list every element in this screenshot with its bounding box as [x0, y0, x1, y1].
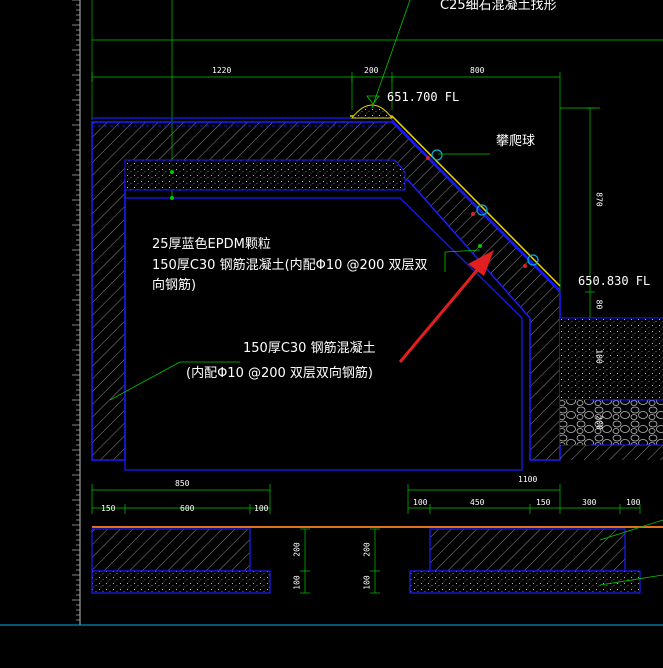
dim-450: 450 [470, 498, 485, 507]
level-top: 651.700 FL [387, 90, 460, 104]
dim-100-right: 100 [594, 349, 604, 364]
dim-100-a: 100 [413, 498, 428, 507]
dim-850: 850 [175, 479, 190, 488]
left-ruler [72, 0, 81, 625]
dim-80: 80 [594, 299, 604, 310]
note1-line1: 25厚蓝色EPDM颗粒 [152, 237, 271, 252]
climb-ball-label: 攀爬球 [496, 134, 536, 149]
dim-100-left: 100 [254, 504, 269, 513]
dim-1220: 1220 [212, 66, 232, 75]
dim-200-top: 200 [364, 66, 379, 75]
dim-150-left: 150 [101, 504, 116, 513]
dim-100-base2: 100 [362, 575, 372, 590]
bottom-dimension-chain [91, 484, 641, 514]
foundation-left [91, 528, 271, 594]
dim-800: 800 [470, 66, 485, 75]
dim-150-b: 150 [536, 498, 551, 507]
drawing-canvas [0, 0, 663, 626]
note2-line1: 150厚C30 钢筋混凝土 [243, 341, 376, 356]
dim-200-right: 200 [594, 415, 604, 430]
dim-1100: 1100 [518, 475, 538, 484]
dim-100-b: 100 [626, 498, 641, 507]
dim-600: 600 [180, 504, 195, 513]
level-mid: 650.830 FL [578, 274, 651, 288]
note2-line2: (内配Φ10 @200 双层双向钢筋) [186, 366, 373, 381]
dim-100-base1: 100 [292, 575, 302, 590]
dim-300: 300 [582, 498, 597, 507]
note1-line2: 150厚C30 钢筋混凝土(内配Φ10 @200 双层双 [152, 258, 428, 273]
ground-stones-left [560, 400, 590, 445]
dim-200-base2: 200 [362, 542, 372, 557]
top-annotation: C25细石混凝土找形 [440, 0, 557, 13]
dim-870: 870 [594, 192, 604, 207]
dim-200-base1: 200 [292, 542, 302, 557]
note1-line3: 向钢筋) [152, 278, 197, 293]
level-marker-top [366, 95, 380, 105]
